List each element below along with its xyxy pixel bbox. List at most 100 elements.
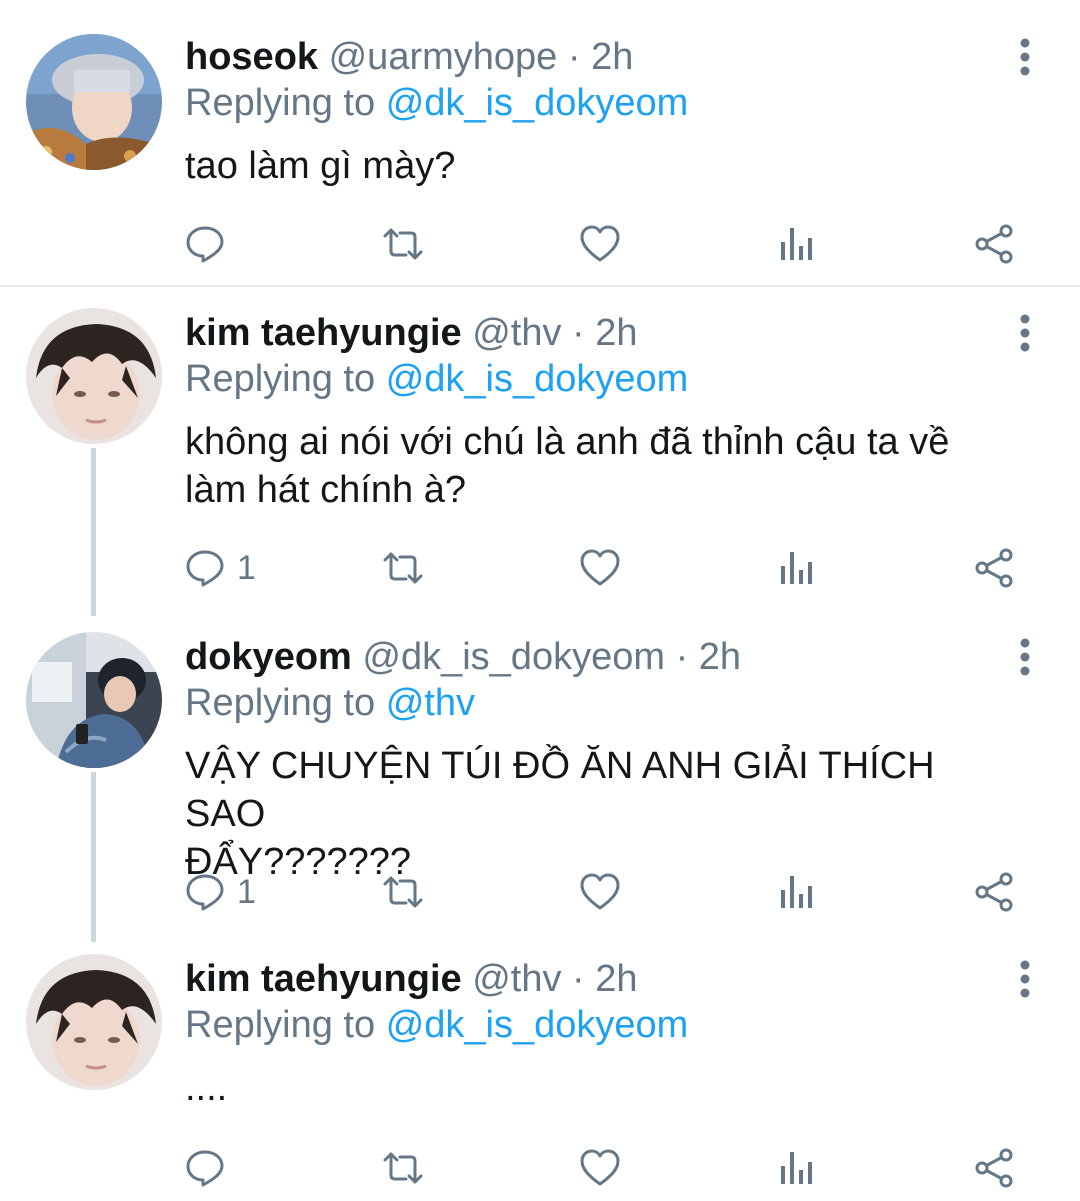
mention-link[interactable]: @thv — [386, 682, 475, 724]
tweet-text-line: VẬY CHUYỆN TÚI ĐỒ ĂN ANH GIẢI THÍCH SAO — [185, 745, 935, 835]
more-options-button[interactable] — [1014, 960, 1036, 1000]
retweet-icon — [383, 1152, 423, 1184]
avatar[interactable] — [26, 34, 162, 170]
analytics-button[interactable] — [779, 870, 815, 914]
tweet[interactable]: dokyeom @dk_is_dokyeom · 2h Replying to … — [0, 624, 1080, 944]
retweet-icon — [383, 876, 423, 908]
tweet-actions: 1 — [185, 870, 1035, 914]
reply-button[interactable]: 1 — [185, 870, 256, 914]
reply-count: 1 — [237, 548, 256, 587]
tweet-text-line: .... — [185, 1067, 228, 1109]
heart-icon — [580, 225, 620, 262]
retweet-icon — [383, 552, 423, 584]
analytics-icon — [781, 876, 812, 908]
username-handle[interactable]: @thv — [472, 312, 561, 354]
mention-link[interactable]: @dk_is_dokyeom — [386, 358, 689, 400]
analytics-icon — [781, 1152, 812, 1184]
analytics-button[interactable] — [779, 1146, 815, 1190]
tweet-actions: 1 — [185, 546, 1035, 590]
replying-to-label: Replying to — [185, 1004, 376, 1046]
replying-to-line: Replying to @dk_is_dokyeom — [185, 1002, 688, 1048]
like-button[interactable] — [579, 546, 621, 590]
display-name[interactable]: hoseok — [185, 36, 318, 78]
reply-icon — [186, 1150, 224, 1187]
retweet-icon — [383, 228, 423, 260]
mention-link[interactable]: @dk_is_dokyeom — [386, 82, 689, 124]
analytics-icon — [781, 228, 812, 260]
more-options-button[interactable] — [1014, 314, 1036, 354]
heart-icon — [580, 549, 620, 586]
analytics-button[interactable] — [779, 222, 815, 266]
tweet-feed: hoseok @uarmyhope · 2h Replying to @dk_i… — [0, 0, 1080, 1201]
separator-dot: · — [572, 958, 585, 1000]
retweet-button[interactable] — [381, 546, 425, 590]
tweet-text-line: làm hát chính à? — [185, 469, 466, 511]
mention-link[interactable]: @dk_is_dokyeom — [386, 1004, 689, 1046]
timestamp[interactable]: 2h — [595, 312, 637, 354]
reply-icon — [186, 226, 224, 263]
share-button[interactable] — [973, 1146, 1015, 1190]
display-name[interactable]: kim taehyungie — [185, 958, 462, 1000]
share-icon — [975, 1148, 1013, 1188]
more-vertical-icon — [1020, 638, 1030, 676]
tweet-actions — [185, 222, 1035, 266]
replying-to-label: Replying to — [185, 82, 376, 124]
heart-icon — [580, 873, 620, 910]
like-button[interactable] — [579, 1146, 621, 1190]
share-button[interactable] — [973, 546, 1015, 590]
more-vertical-icon — [1020, 314, 1030, 352]
more-vertical-icon — [1020, 960, 1030, 998]
reply-count: 1 — [237, 872, 256, 911]
tweet-header: kim taehyungie @thv · 2h — [185, 956, 1000, 1002]
tweet-text: VẬY CHUYỆN TÚI ĐỒ ĂN ANH GIẢI THÍCH SAO … — [185, 742, 1020, 886]
tweet-header: hoseok @uarmyhope · 2h — [185, 34, 1000, 80]
replying-to-line: Replying to @dk_is_dokyeom — [185, 80, 688, 126]
username-handle[interactable]: @dk_is_dokyeom — [362, 636, 665, 678]
reply-button[interactable] — [185, 222, 225, 266]
tweet[interactable]: hoseok @uarmyhope · 2h Replying to @dk_i… — [0, 0, 1080, 286]
more-options-button[interactable] — [1014, 638, 1036, 678]
share-icon — [975, 872, 1013, 912]
separator-dot: · — [567, 36, 581, 78]
tweet-text: .... — [185, 1064, 1020, 1112]
replying-to-line: Replying to @dk_is_dokyeom — [185, 356, 688, 402]
timestamp[interactable]: 2h — [591, 36, 633, 78]
share-icon — [975, 224, 1013, 264]
replying-to-line: Replying to @thv — [185, 680, 475, 726]
tweet-actions — [185, 1146, 1035, 1190]
share-button[interactable] — [973, 222, 1015, 266]
retweet-button[interactable] — [381, 870, 425, 914]
display-name[interactable]: dokyeom — [185, 636, 352, 678]
tweet-text: không ai nói với chú là anh đã thỉnh cậu… — [185, 418, 1020, 514]
separator-dot: · — [572, 312, 585, 354]
tweet-text-line: không ai nói với chú là anh đã thỉnh cậu… — [185, 421, 950, 463]
more-vertical-icon — [1020, 38, 1030, 76]
timestamp[interactable]: 2h — [699, 636, 741, 678]
tweet[interactable]: kim taehyungie @thv · 2h Replying to @dk… — [0, 946, 1080, 1201]
tweet-header: dokyeom @dk_is_dokyeom · 2h — [185, 634, 1000, 680]
separator-dot: · — [675, 636, 689, 678]
username-handle[interactable]: @uarmyhope — [329, 36, 558, 78]
share-button[interactable] — [973, 870, 1015, 914]
avatar[interactable] — [26, 308, 162, 444]
reply-icon — [186, 550, 224, 587]
replying-to-label: Replying to — [185, 358, 376, 400]
tweet[interactable]: kim taehyungie @thv · 2h Replying to @dk… — [0, 300, 1080, 620]
display-name[interactable]: kim taehyungie — [185, 312, 462, 354]
reply-button[interactable] — [185, 1146, 225, 1190]
more-options-button[interactable] — [1014, 38, 1036, 78]
tweet-text: tao làm gì mày? — [185, 142, 1020, 190]
timestamp[interactable]: 2h — [595, 958, 637, 1000]
username-handle[interactable]: @thv — [472, 958, 561, 1000]
avatar[interactable] — [26, 954, 162, 1090]
analytics-icon — [781, 552, 812, 584]
analytics-button[interactable] — [779, 546, 815, 590]
reply-button[interactable]: 1 — [185, 546, 256, 590]
retweet-button[interactable] — [381, 222, 425, 266]
like-button[interactable] — [579, 222, 621, 266]
like-button[interactable] — [579, 870, 621, 914]
retweet-button[interactable] — [381, 1146, 425, 1190]
tweet-header: kim taehyungie @thv · 2h — [185, 310, 1000, 356]
avatar[interactable] — [26, 632, 162, 768]
share-icon — [975, 548, 1013, 588]
